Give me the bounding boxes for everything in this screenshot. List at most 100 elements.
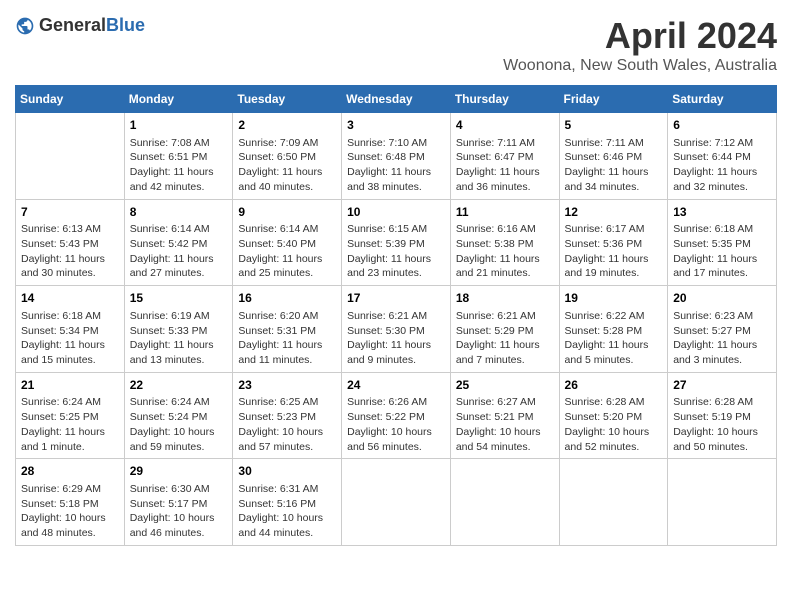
day-info: and 9 minutes. [347, 353, 445, 368]
day-number: 18 [456, 290, 554, 307]
day-info: Sunset: 5:29 PM [456, 324, 554, 339]
weekday-header: Saturday [668, 86, 777, 113]
day-number: 14 [21, 290, 119, 307]
day-number: 10 [347, 204, 445, 221]
calendar-cell: 22Sunrise: 6:24 AMSunset: 5:24 PMDayligh… [124, 372, 233, 459]
calendar-cell: 13Sunrise: 6:18 AMSunset: 5:35 PMDayligh… [668, 199, 777, 286]
day-info: Daylight: 11 hours [565, 338, 663, 353]
day-number: 7 [21, 204, 119, 221]
day-number: 24 [347, 377, 445, 394]
day-info: Daylight: 11 hours [673, 165, 771, 180]
day-info: and 21 minutes. [456, 266, 554, 281]
calendar-cell: 25Sunrise: 6:27 AMSunset: 5:21 PMDayligh… [450, 372, 559, 459]
calendar-cell: 2Sunrise: 7:09 AMSunset: 6:50 PMDaylight… [233, 113, 342, 200]
calendar-cell: 26Sunrise: 6:28 AMSunset: 5:20 PMDayligh… [559, 372, 668, 459]
day-info: Daylight: 10 hours [456, 425, 554, 440]
weekday-header: Thursday [450, 86, 559, 113]
day-info: Sunrise: 6:16 AM [456, 222, 554, 237]
title-block: April 2024 Woonona, New South Wales, Aus… [503, 15, 777, 75]
location-title: Woonona, New South Wales, Australia [503, 57, 777, 75]
logo-icon [15, 16, 35, 36]
day-info: and 25 minutes. [238, 266, 336, 281]
calendar-cell: 21Sunrise: 6:24 AMSunset: 5:25 PMDayligh… [16, 372, 125, 459]
day-number: 2 [238, 117, 336, 134]
calendar-cell: 6Sunrise: 7:12 AMSunset: 6:44 PMDaylight… [668, 113, 777, 200]
day-info: Daylight: 11 hours [456, 165, 554, 180]
calendar-table: SundayMondayTuesdayWednesdayThursdayFrid… [15, 85, 777, 546]
day-info: Daylight: 10 hours [130, 511, 228, 526]
day-info: Sunrise: 6:13 AM [21, 222, 119, 237]
day-info: Daylight: 10 hours [565, 425, 663, 440]
calendar-cell [559, 459, 668, 546]
day-info: and 15 minutes. [21, 353, 119, 368]
day-info: Sunrise: 6:21 AM [456, 309, 554, 324]
day-number: 8 [130, 204, 228, 221]
calendar-cell: 27Sunrise: 6:28 AMSunset: 5:19 PMDayligh… [668, 372, 777, 459]
day-number: 22 [130, 377, 228, 394]
day-info: Sunset: 6:48 PM [347, 150, 445, 165]
day-info: Sunrise: 6:23 AM [673, 309, 771, 324]
calendar-cell: 10Sunrise: 6:15 AMSunset: 5:39 PMDayligh… [342, 199, 451, 286]
day-info: Daylight: 11 hours [238, 338, 336, 353]
day-info: and 46 minutes. [130, 526, 228, 541]
day-info: Sunset: 5:19 PM [673, 410, 771, 425]
day-info: and 38 minutes. [347, 180, 445, 195]
calendar-cell: 15Sunrise: 6:19 AMSunset: 5:33 PMDayligh… [124, 286, 233, 373]
calendar-cell: 1Sunrise: 7:08 AMSunset: 6:51 PMDaylight… [124, 113, 233, 200]
day-info: Daylight: 11 hours [130, 165, 228, 180]
weekday-header: Sunday [16, 86, 125, 113]
day-info: Sunrise: 6:18 AM [21, 309, 119, 324]
day-info: Sunrise: 6:21 AM [347, 309, 445, 324]
day-number: 11 [456, 204, 554, 221]
day-info: and 52 minutes. [565, 440, 663, 455]
day-info: and 23 minutes. [347, 266, 445, 281]
day-info: Daylight: 11 hours [565, 165, 663, 180]
day-info: Sunrise: 7:10 AM [347, 136, 445, 151]
day-info: Sunset: 5:23 PM [238, 410, 336, 425]
day-info: Sunset: 6:47 PM [456, 150, 554, 165]
day-info: Sunset: 5:25 PM [21, 410, 119, 425]
day-info: Daylight: 11 hours [673, 338, 771, 353]
weekday-header: Tuesday [233, 86, 342, 113]
logo-blue: Blue [106, 15, 145, 35]
day-info: and 1 minute. [21, 440, 119, 455]
calendar-cell: 19Sunrise: 6:22 AMSunset: 5:28 PMDayligh… [559, 286, 668, 373]
day-info: Daylight: 11 hours [347, 252, 445, 267]
day-info: Sunrise: 6:30 AM [130, 482, 228, 497]
day-info: Daylight: 11 hours [130, 338, 228, 353]
day-info: and 32 minutes. [673, 180, 771, 195]
day-info: Daylight: 10 hours [130, 425, 228, 440]
day-info: and 40 minutes. [238, 180, 336, 195]
day-info: Sunset: 5:17 PM [130, 497, 228, 512]
day-info: Sunset: 6:44 PM [673, 150, 771, 165]
calendar-cell: 30Sunrise: 6:31 AMSunset: 5:16 PMDayligh… [233, 459, 342, 546]
logo-text: GeneralBlue [39, 15, 145, 36]
day-info: Sunset: 5:28 PM [565, 324, 663, 339]
day-info: and 36 minutes. [456, 180, 554, 195]
day-info: Sunrise: 6:25 AM [238, 395, 336, 410]
calendar-cell [668, 459, 777, 546]
day-info: Sunrise: 7:11 AM [565, 136, 663, 151]
calendar-cell: 8Sunrise: 6:14 AMSunset: 5:42 PMDaylight… [124, 199, 233, 286]
day-info: and 34 minutes. [565, 180, 663, 195]
day-info: and 59 minutes. [130, 440, 228, 455]
day-info: Sunset: 5:18 PM [21, 497, 119, 512]
day-info: Daylight: 10 hours [238, 511, 336, 526]
day-info: and 57 minutes. [238, 440, 336, 455]
day-info: Sunset: 5:43 PM [21, 237, 119, 252]
day-info: Sunset: 5:20 PM [565, 410, 663, 425]
day-info: and 13 minutes. [130, 353, 228, 368]
day-number: 3 [347, 117, 445, 134]
day-info: and 5 minutes. [565, 353, 663, 368]
day-number: 13 [673, 204, 771, 221]
calendar-cell [342, 459, 451, 546]
day-info: Sunrise: 7:12 AM [673, 136, 771, 151]
day-info: Daylight: 11 hours [456, 338, 554, 353]
day-info: Sunset: 6:46 PM [565, 150, 663, 165]
day-info: Sunrise: 6:15 AM [347, 222, 445, 237]
day-info: Sunset: 5:34 PM [21, 324, 119, 339]
day-info: Daylight: 11 hours [565, 252, 663, 267]
calendar-cell: 28Sunrise: 6:29 AMSunset: 5:18 PMDayligh… [16, 459, 125, 546]
day-info: Sunrise: 6:24 AM [21, 395, 119, 410]
day-info: Sunrise: 7:11 AM [456, 136, 554, 151]
